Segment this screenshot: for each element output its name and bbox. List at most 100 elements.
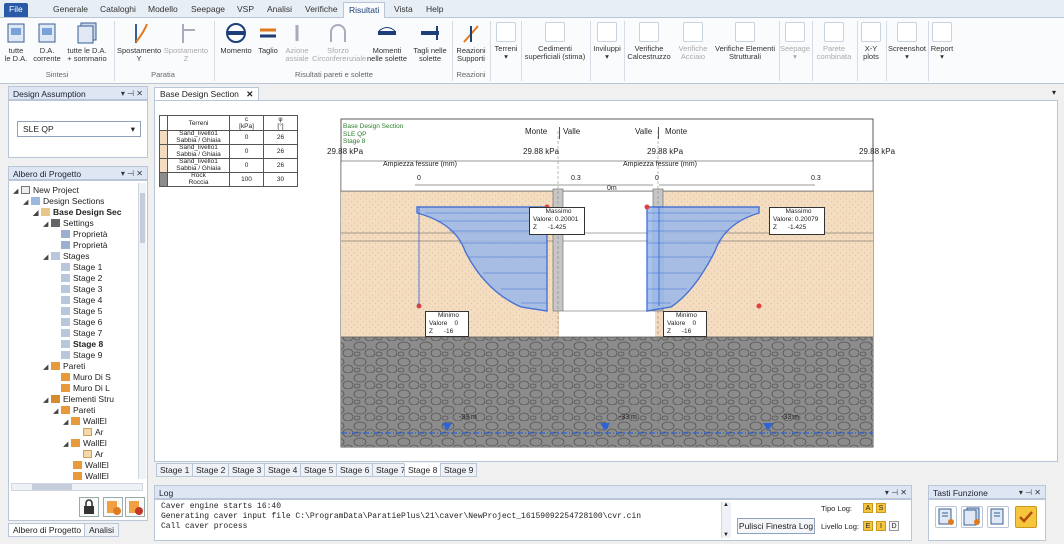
tree-item[interactable]: Stage 4 — [61, 295, 102, 306]
tree-item[interactable]: Stage 2 — [61, 273, 102, 284]
tab-modello[interactable]: Modello — [143, 2, 183, 18]
tab-seepage[interactable]: Seepage — [186, 2, 230, 18]
scrollbar-thumb[interactable] — [32, 484, 72, 490]
spostamento-z-button[interactable]: Spostamento Z — [163, 20, 209, 74]
tree-hscrollbar[interactable] — [11, 483, 143, 491]
document-tab[interactable]: Base Design Section ✕ — [154, 87, 260, 101]
cedimenti-button[interactable]: Cedimenti superficiali (stima) — [522, 20, 588, 74]
remove-item-button[interactable] — [125, 497, 145, 517]
tree-item[interactable]: Stage 7 — [61, 328, 102, 339]
tab-cataloghi[interactable]: Cataloghi — [95, 2, 141, 18]
tab-vsp[interactable]: VSP — [232, 2, 259, 18]
stage-tab-5[interactable]: Stage 5 — [300, 463, 338, 477]
tab-analisi[interactable]: Analisi — [262, 2, 297, 18]
tree-item[interactable]: ◢ WallEl — [63, 416, 107, 427]
log-output[interactable]: Caver engine starts 16:40 Generating cav… — [157, 502, 729, 538]
log-level-i-button[interactable]: I — [876, 521, 886, 531]
stage-tab-8[interactable]: Stage 8 — [404, 463, 442, 477]
tab-file[interactable]: File — [4, 3, 28, 17]
tree-item[interactable]: WallEl — [73, 471, 109, 482]
report-button[interactable]: Report ▾ — [929, 20, 955, 74]
panel-controls[interactable]: ▾ ⊣ ✕ — [121, 87, 143, 101]
momento-button[interactable]: Momento — [218, 20, 254, 74]
tree-item[interactable]: ◢ Elementi Stru — [43, 394, 114, 405]
inviluppi-button[interactable]: Inviluppi ▾ — [591, 20, 623, 74]
stage-tab-2[interactable]: Stage 2 — [192, 463, 230, 477]
terreni-button[interactable]: Terreni ▾ — [492, 20, 520, 74]
add-item-button[interactable] — [103, 497, 123, 517]
panel-controls[interactable]: ▾ ⊣ ✕ — [121, 167, 143, 181]
momenti-solette-button[interactable]: Momenti nelle solette — [366, 20, 408, 74]
design-assumption-select[interactable]: SLE QP ▾ — [17, 121, 141, 137]
tab-risultati[interactable]: Risultati — [343, 2, 386, 18]
scroll-up-icon[interactable]: ▲ — [723, 502, 729, 508]
stage-tab-4[interactable]: Stage 4 — [264, 463, 302, 477]
tab-vista[interactable]: Vista — [389, 2, 418, 18]
function-report-button[interactable] — [935, 506, 957, 528]
tab-verifiche[interactable]: Verifiche — [300, 2, 343, 18]
taglio-button[interactable]: Taglio — [255, 20, 281, 74]
tree-item[interactable]: Stage 6 — [61, 317, 102, 328]
sintesi-current-button[interactable]: D.A. corrente — [32, 20, 62, 74]
tree-item[interactable]: ◢ Pareti — [53, 405, 95, 416]
spostamento-y-button[interactable]: Spostamento Y — [117, 20, 161, 74]
log-type-s-button[interactable]: S — [876, 503, 886, 513]
sintesi-all-button[interactable]: tutte le D.A. — [2, 20, 30, 74]
stage-tab-1[interactable]: Stage 1 — [156, 463, 194, 477]
panel-controls[interactable]: ▾ ⊣ ✕ — [885, 486, 907, 500]
tree-item[interactable]: Stage 1 — [61, 262, 102, 273]
tree-item[interactable]: Stage 3 — [61, 284, 102, 295]
tagli-solette-button[interactable]: Tagli nelle solette — [410, 20, 450, 74]
xy-plots-button[interactable]: X-Y plots — [858, 20, 884, 74]
stage-tab-6[interactable]: Stage 6 — [336, 463, 374, 477]
tree-item[interactable]: ◢ Settings — [43, 218, 94, 229]
log-level-e-button[interactable]: E — [863, 521, 873, 531]
log-scrollbar[interactable]: ▲ ▼ — [721, 502, 731, 538]
tree-item[interactable]: Muro Di S — [61, 372, 111, 383]
stage-tab-3[interactable]: Stage 3 — [228, 463, 266, 477]
log-type-a-button[interactable]: A — [863, 503, 873, 513]
clear-log-button[interactable]: Pulisci Finestra Log — [737, 518, 815, 534]
tree-item[interactable]: ◢ Pareti — [43, 361, 85, 372]
tree-item[interactable]: Stage 9 — [61, 350, 102, 361]
tab-analisi-panel[interactable]: Analisi — [84, 523, 120, 537]
screenshot-button[interactable]: Screenshot ▾ — [887, 20, 927, 74]
log-level-d-button[interactable]: D — [889, 521, 899, 531]
tree-item[interactable]: ◢ Stages — [43, 251, 89, 262]
tree-item[interactable]: Ar — [83, 449, 104, 460]
tab-albero-progetto[interactable]: Albero di Progetto — [8, 523, 87, 537]
sintesi-summary-button[interactable]: tutte le D.A. + sommario — [64, 20, 110, 74]
scroll-down-icon[interactable]: ▼ — [723, 532, 729, 538]
verifiche-elementi-button[interactable]: Verifiche Elementi Strutturali — [713, 20, 777, 74]
function-report-all-button[interactable] — [961, 506, 983, 528]
stage-tab-9[interactable]: Stage 9 — [440, 463, 478, 477]
seepage-results-button[interactable]: Seepage ▾ — [780, 20, 810, 74]
tab-help[interactable]: Help — [421, 2, 448, 18]
tree-item[interactable]: ◢ Design Sections — [23, 196, 104, 207]
function-report-current-button[interactable] — [987, 506, 1009, 528]
tree-item[interactable]: Muro Di L — [61, 383, 110, 394]
reazioni-supporti-button[interactable]: Reazioni Supporti — [454, 20, 488, 74]
close-icon[interactable]: ✕ — [246, 89, 253, 99]
tree-item[interactable]: WallEl — [73, 460, 109, 471]
parete-combinata-button[interactable]: Parete combinata — [813, 20, 855, 74]
function-confirm-button[interactable] — [1015, 506, 1037, 528]
sforzo-circonferenziale-button[interactable]: Sforzo Circonferenziale — [312, 20, 366, 74]
document-menu-icon[interactable]: ▾ — [1052, 88, 1056, 97]
tree-item[interactable]: ◢ Base Design Sec — [33, 207, 122, 218]
tree-item[interactable]: Stage 8 — [61, 339, 103, 350]
panel-controls[interactable]: ▾ ⊣ ✕ — [1019, 486, 1041, 500]
tree-item[interactable]: Proprietà — [61, 229, 108, 240]
azione-assiale-button[interactable]: Azione assiale — [283, 20, 311, 74]
tree-item[interactable]: ◢ New Project — [13, 185, 79, 196]
verifiche-acciaio-button[interactable]: Verifiche Acciaio — [675, 20, 711, 74]
tree-item[interactable]: ◢ WallEl — [63, 438, 107, 449]
verifiche-calcestruzzo-button[interactable]: Verifiche Calcestruzzo — [625, 20, 673, 74]
tree-item[interactable]: Ar — [83, 427, 104, 438]
tree-scrollbar[interactable] — [138, 183, 146, 479]
tree-item[interactable]: Stage 5 — [61, 306, 102, 317]
tab-generale[interactable]: Generale — [48, 2, 93, 18]
scrollbar-thumb[interactable] — [140, 193, 145, 243]
lock-button[interactable] — [79, 497, 99, 517]
tree-item[interactable]: Proprietà — [61, 240, 108, 251]
